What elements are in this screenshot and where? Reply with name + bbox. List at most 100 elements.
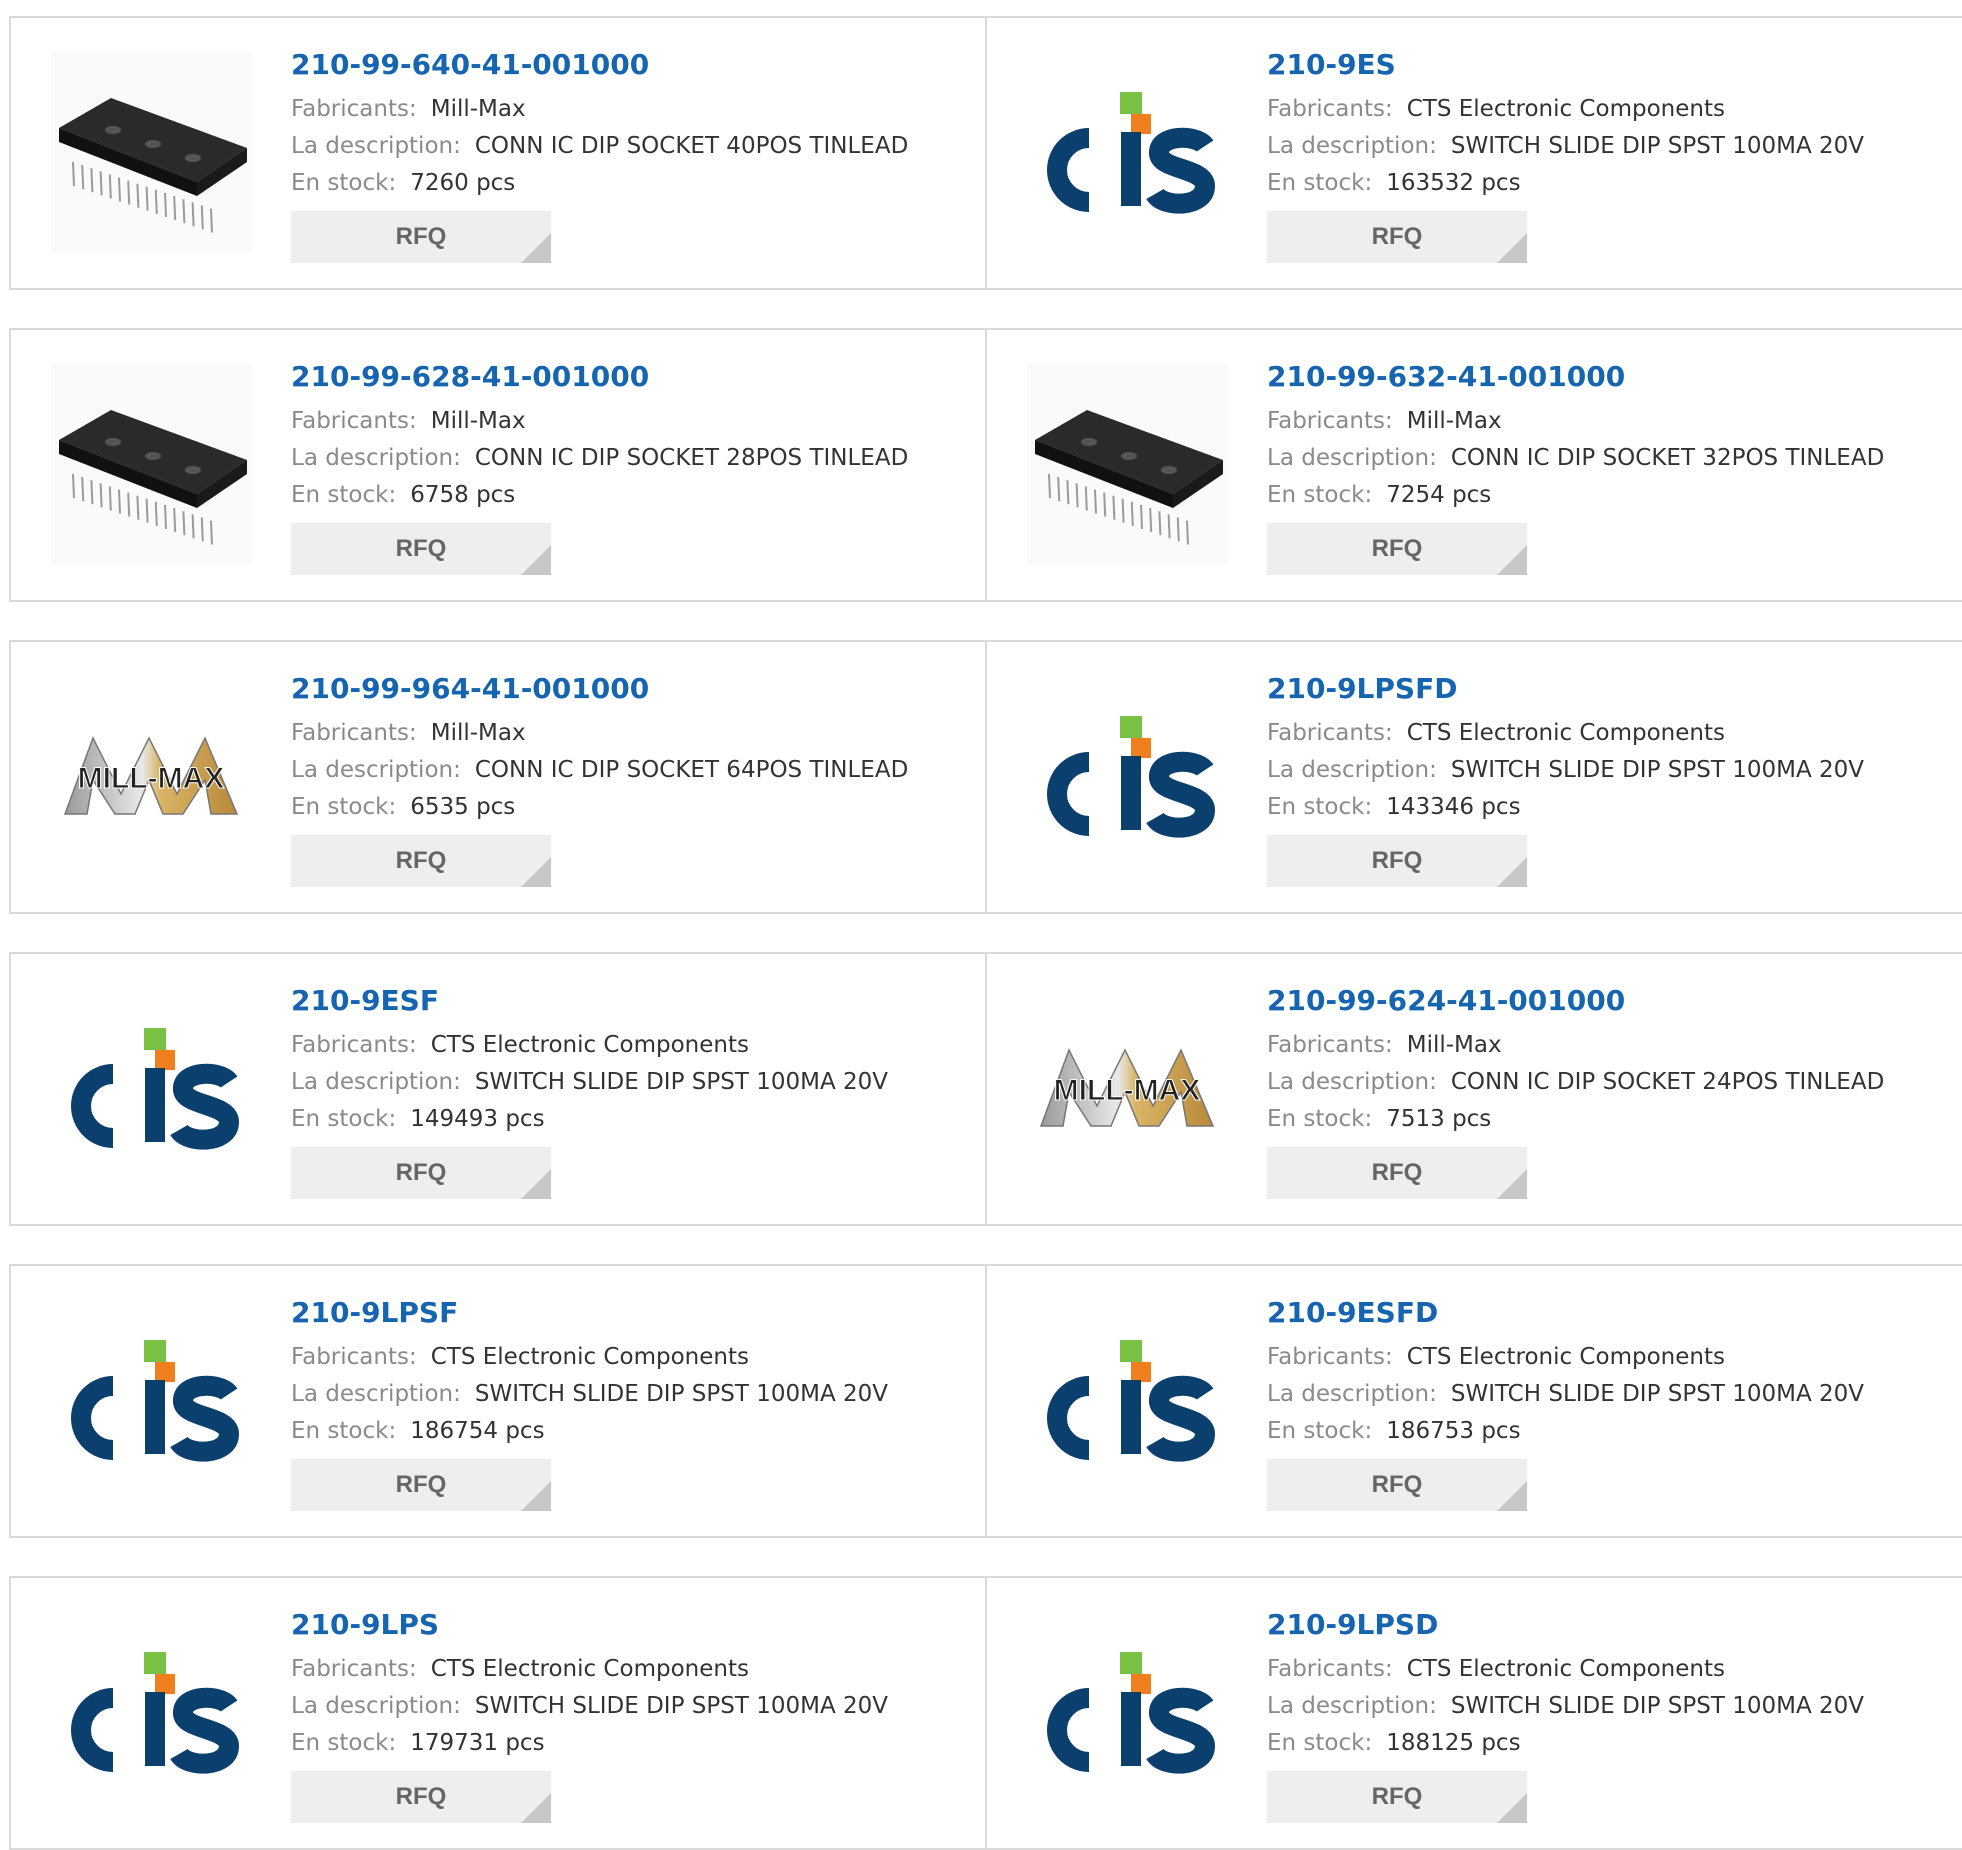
corner-triangle-icon (1497, 1481, 1527, 1511)
manufacturer-row: Fabricants: CTS Electronic Components (1267, 715, 1952, 752)
product-image-cts-logo[interactable] (1027, 676, 1227, 876)
product-card: 210-9ESF Fabricants: CTS Electronic Compo… (9, 954, 987, 1224)
rfq-label: RFQ (395, 1159, 447, 1186)
manufacturer-value: Mill-Max (430, 408, 526, 434)
description-value: SWITCH SLIDE DIP SPST 100MA 20V (474, 1381, 888, 1407)
cts-logo-icon (71, 1340, 240, 1462)
stock-row: En stock: 143346 pcs (1267, 789, 1952, 826)
part-number-link[interactable]: 210-9LPSD (1267, 1608, 1952, 1642)
rfq-label: RFQ (1371, 1783, 1423, 1810)
rfq-button[interactable]: RFQ (291, 835, 551, 887)
rfq-button[interactable]: RFQ (1267, 1147, 1527, 1199)
stock-value: 188125 pcs (1386, 1730, 1521, 1756)
manufacturer-value: CTS Electronic Components (430, 1656, 749, 1682)
manufacturer-label: Fabricants: (291, 96, 417, 122)
corner-triangle-icon (521, 857, 551, 887)
product-image-mill-max-logo[interactable]: MILL-MAX (51, 676, 251, 876)
product-row: 210-9LPS Fabricants: CTS Electronic Compo… (9, 1576, 1962, 1850)
manufacturer-label: Fabricants: (1267, 1344, 1393, 1370)
rfq-label: RFQ (1371, 1159, 1423, 1186)
part-number-link[interactable]: 210-9ESF (291, 984, 975, 1018)
corner-triangle-icon (1497, 857, 1527, 887)
rfq-button[interactable]: RFQ (291, 1771, 551, 1823)
product-image-dip-socket-photo[interactable] (1027, 364, 1227, 564)
rfq-button[interactable]: RFQ (1267, 1459, 1527, 1511)
rfq-button[interactable]: RFQ (291, 211, 551, 263)
rfq-button[interactable]: RFQ (1267, 211, 1527, 263)
corner-triangle-icon (1497, 1793, 1527, 1823)
stock-label: En stock: (291, 794, 397, 820)
product-image-cts-logo[interactable] (1027, 1612, 1227, 1812)
description-value: SWITCH SLIDE DIP SPST 100MA 20V (1450, 133, 1864, 159)
description-row: La description: SWITCH SLIDE DIP SPST 100… (291, 1376, 975, 1413)
stock-value: 7254 pcs (1386, 482, 1492, 508)
description-row: La description: CONN IC DIP SOCKET 40POS … (291, 128, 975, 165)
rfq-button[interactable]: RFQ (291, 1459, 551, 1511)
description-label: La description: (291, 445, 461, 471)
stock-row: En stock: 188125 pcs (1267, 1725, 1952, 1762)
part-number-link[interactable]: 210-99-964-41-001000 (291, 672, 975, 706)
description-label: La description: (291, 133, 461, 159)
product-image-dip-socket-photo[interactable] (51, 52, 251, 252)
cts-logo-icon (1047, 92, 1216, 214)
product-card: 210-9ES Fabricants: CTS Electronic Compon… (987, 18, 1962, 288)
manufacturer-value: CTS Electronic Components (1406, 720, 1725, 746)
part-number-link[interactable]: 210-99-624-41-001000 (1267, 984, 1952, 1018)
part-number-link[interactable]: 210-99-628-41-001000 (291, 360, 975, 394)
stock-label: En stock: (291, 1418, 397, 1444)
product-image-cts-logo[interactable] (51, 988, 251, 1188)
rfq-label: RFQ (1371, 535, 1423, 562)
product-card: 210-99-628-41-001000 Fabricants: Mill-Max… (9, 330, 987, 600)
product-info: 210-99-628-41-001000 Fabricants: Mill-Max… (291, 360, 975, 575)
product-image-cts-logo[interactable] (51, 1612, 251, 1812)
rfq-button[interactable]: RFQ (1267, 523, 1527, 575)
description-label: La description: (1267, 133, 1437, 159)
product-card: 210-9LPS Fabricants: CTS Electronic Compo… (9, 1578, 987, 1848)
stock-row: En stock: 149493 pcs (291, 1101, 975, 1138)
rfq-button[interactable]: RFQ (1267, 835, 1527, 887)
description-value: SWITCH SLIDE DIP SPST 100MA 20V (1450, 1381, 1864, 1407)
product-info: 210-9ESFD Fabricants: CTS Electronic Comp… (1267, 1296, 1952, 1511)
part-number-link[interactable]: 210-99-632-41-001000 (1267, 360, 1952, 394)
description-row: La description: CONN IC DIP SOCKET 28POS … (291, 440, 975, 477)
rfq-button[interactable]: RFQ (1267, 1771, 1527, 1823)
product-image-dip-socket-photo[interactable] (51, 364, 251, 564)
product-info: 210-9ES Fabricants: CTS Electronic Compon… (1267, 48, 1952, 263)
description-row: La description: SWITCH SLIDE DIP SPST 100… (291, 1064, 975, 1101)
description-label: La description: (1267, 1069, 1437, 1095)
product-info: 210-99-964-41-001000 Fabricants: Mill-Max… (291, 672, 975, 887)
rfq-button[interactable]: RFQ (291, 523, 551, 575)
stock-row: En stock: 163532 pcs (1267, 165, 1952, 202)
stock-label: En stock: (291, 170, 397, 196)
part-number-link[interactable]: 210-9ES (1267, 48, 1952, 82)
product-image-cts-logo[interactable] (51, 1300, 251, 1500)
product-card: MILL-MAX 210-99-964-41-001000 Fabricants… (9, 642, 987, 912)
stock-label: En stock: (1267, 1730, 1373, 1756)
product-info: 210-9LPSFD Fabricants: CTS Electronic Com… (1267, 672, 1952, 887)
description-row: La description: CONN IC DIP SOCKET 32POS … (1267, 440, 1952, 477)
mill-max-logo-icon: MILL-MAX (1039, 1048, 1215, 1127)
corner-triangle-icon (1497, 233, 1527, 263)
description-label: La description: (291, 1069, 461, 1095)
product-image-cts-logo[interactable] (1027, 1300, 1227, 1500)
product-card: 210-99-640-41-001000 Fabricants: Mill-Max… (9, 18, 987, 288)
part-number-link[interactable]: 210-9LPS (291, 1608, 975, 1642)
description-value: SWITCH SLIDE DIP SPST 100MA 20V (474, 1693, 888, 1719)
manufacturer-label: Fabricants: (1267, 96, 1393, 122)
description-value: CONN IC DIP SOCKET 40POS TINLEAD (474, 133, 909, 159)
part-number-link[interactable]: 210-9ESFD (1267, 1296, 1952, 1330)
product-image-cts-logo[interactable] (1027, 52, 1227, 252)
stock-value: 186753 pcs (1386, 1418, 1521, 1444)
product-image-mill-max-logo[interactable]: MILL-MAX (1027, 988, 1227, 1188)
part-number-link[interactable]: 210-99-640-41-001000 (291, 48, 975, 82)
rfq-button[interactable]: RFQ (291, 1147, 551, 1199)
part-number-link[interactable]: 210-9LPSFD (1267, 672, 1952, 706)
part-number-link[interactable]: 210-9LPSF (291, 1296, 975, 1330)
product-card: 210-9LPSF Fabricants: CTS Electronic Comp… (9, 1266, 987, 1536)
description-label: La description: (1267, 1693, 1437, 1719)
description-value: CONN IC DIP SOCKET 24POS TINLEAD (1450, 1069, 1885, 1095)
stock-value: 149493 pcs (410, 1106, 545, 1132)
manufacturer-row: Fabricants: Mill-Max (291, 91, 975, 128)
cts-logo-icon (1047, 716, 1216, 838)
stock-row: En stock: 7260 pcs (291, 165, 975, 202)
